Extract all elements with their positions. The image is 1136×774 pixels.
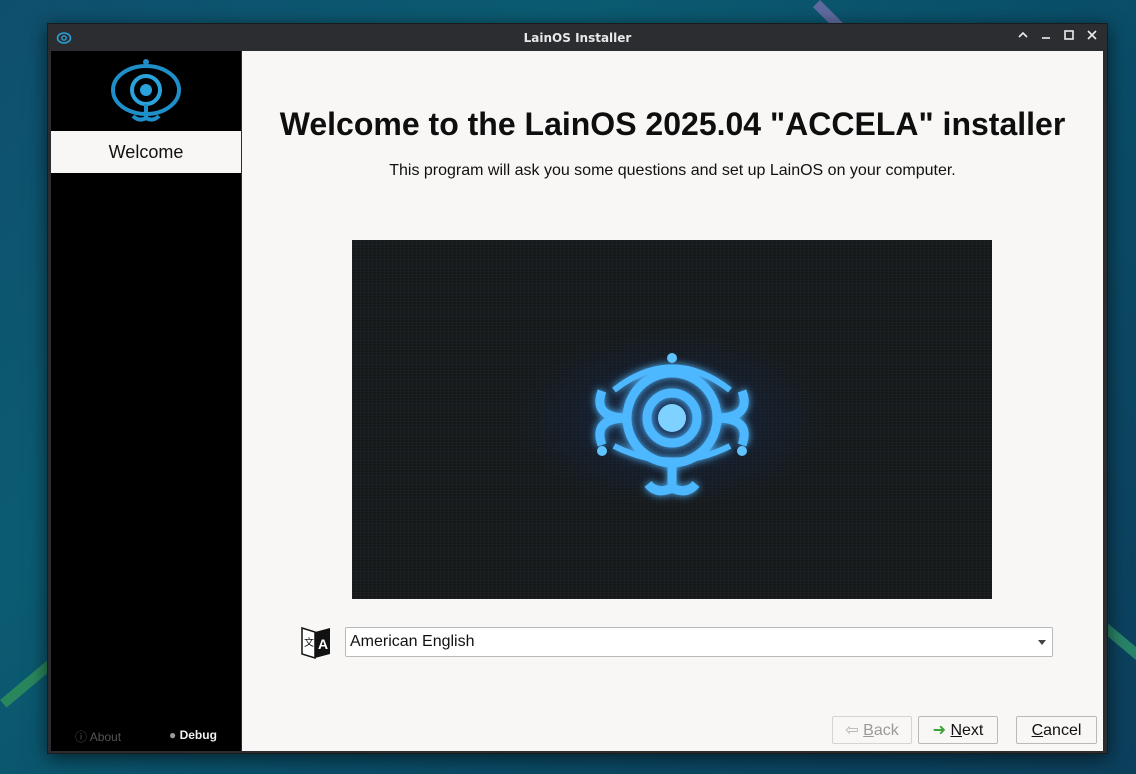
next-mnemonic: N [950, 722, 963, 739]
language-select-value: American English [350, 633, 475, 650]
minimize-button[interactable] [1036, 28, 1056, 48]
cancel-button[interactable]: Cancel [1016, 716, 1097, 744]
keep-above-button[interactable] [1013, 28, 1033, 48]
welcome-banner-image [352, 240, 992, 599]
close-button[interactable] [1082, 28, 1102, 48]
window-title: LainOS Installer [523, 31, 632, 45]
sidebar: Welcome ⓘ About ● Debug [51, 51, 241, 751]
maximize-icon [1064, 30, 1074, 40]
page-subtitle: This program will ask you some questions… [389, 162, 956, 179]
info-icon: ⓘ [75, 730, 88, 744]
cancel-mnemonic: C [1031, 722, 1044, 739]
installer-window: LainOS Installer Welcome ⓘ About ● Debug… [47, 23, 1108, 754]
chevron-up-icon [1018, 31, 1028, 38]
back-button[interactable]: ⇦ Back [832, 716, 912, 744]
lainos-logo [111, 59, 181, 122]
debug-label: Debug [179, 728, 217, 742]
minimize-icon [1042, 37, 1050, 39]
next-label: ext [962, 722, 984, 739]
about-label: About [89, 730, 122, 744]
close-icon [1087, 30, 1097, 40]
page-title: Welcome to the LainOS 2025.04 "ACCELA" i… [279, 106, 1066, 142]
arrow-left-icon: ⇦ [845, 722, 859, 739]
title-bar[interactable]: LainOS Installer [48, 24, 1107, 51]
back-label: ack [873, 722, 899, 739]
maximize-button[interactable] [1059, 28, 1079, 48]
about-button[interactable]: ⓘ About [75, 728, 121, 745]
language-select[interactable]: American English [345, 627, 1053, 657]
next-button[interactable]: ➜ Next [918, 716, 998, 744]
sidebar-step-welcome: Welcome [51, 131, 241, 173]
svg-text:A: A [318, 636, 328, 652]
chevron-down-icon [1038, 640, 1046, 645]
language-icon: A 文 [301, 626, 330, 660]
debug-button[interactable]: ● Debug [169, 728, 217, 742]
arrow-right-icon: ➜ [932, 722, 947, 739]
debug-icon: ● [169, 728, 177, 742]
lainos-glow-logo [595, 353, 749, 496]
back-mnemonic: B [863, 722, 874, 739]
main-content: Welcome to the LainOS 2025.04 "ACCELA" i… [242, 51, 1103, 751]
svg-text:文: 文 [304, 636, 314, 649]
cancel-label: ancel [1043, 722, 1082, 739]
